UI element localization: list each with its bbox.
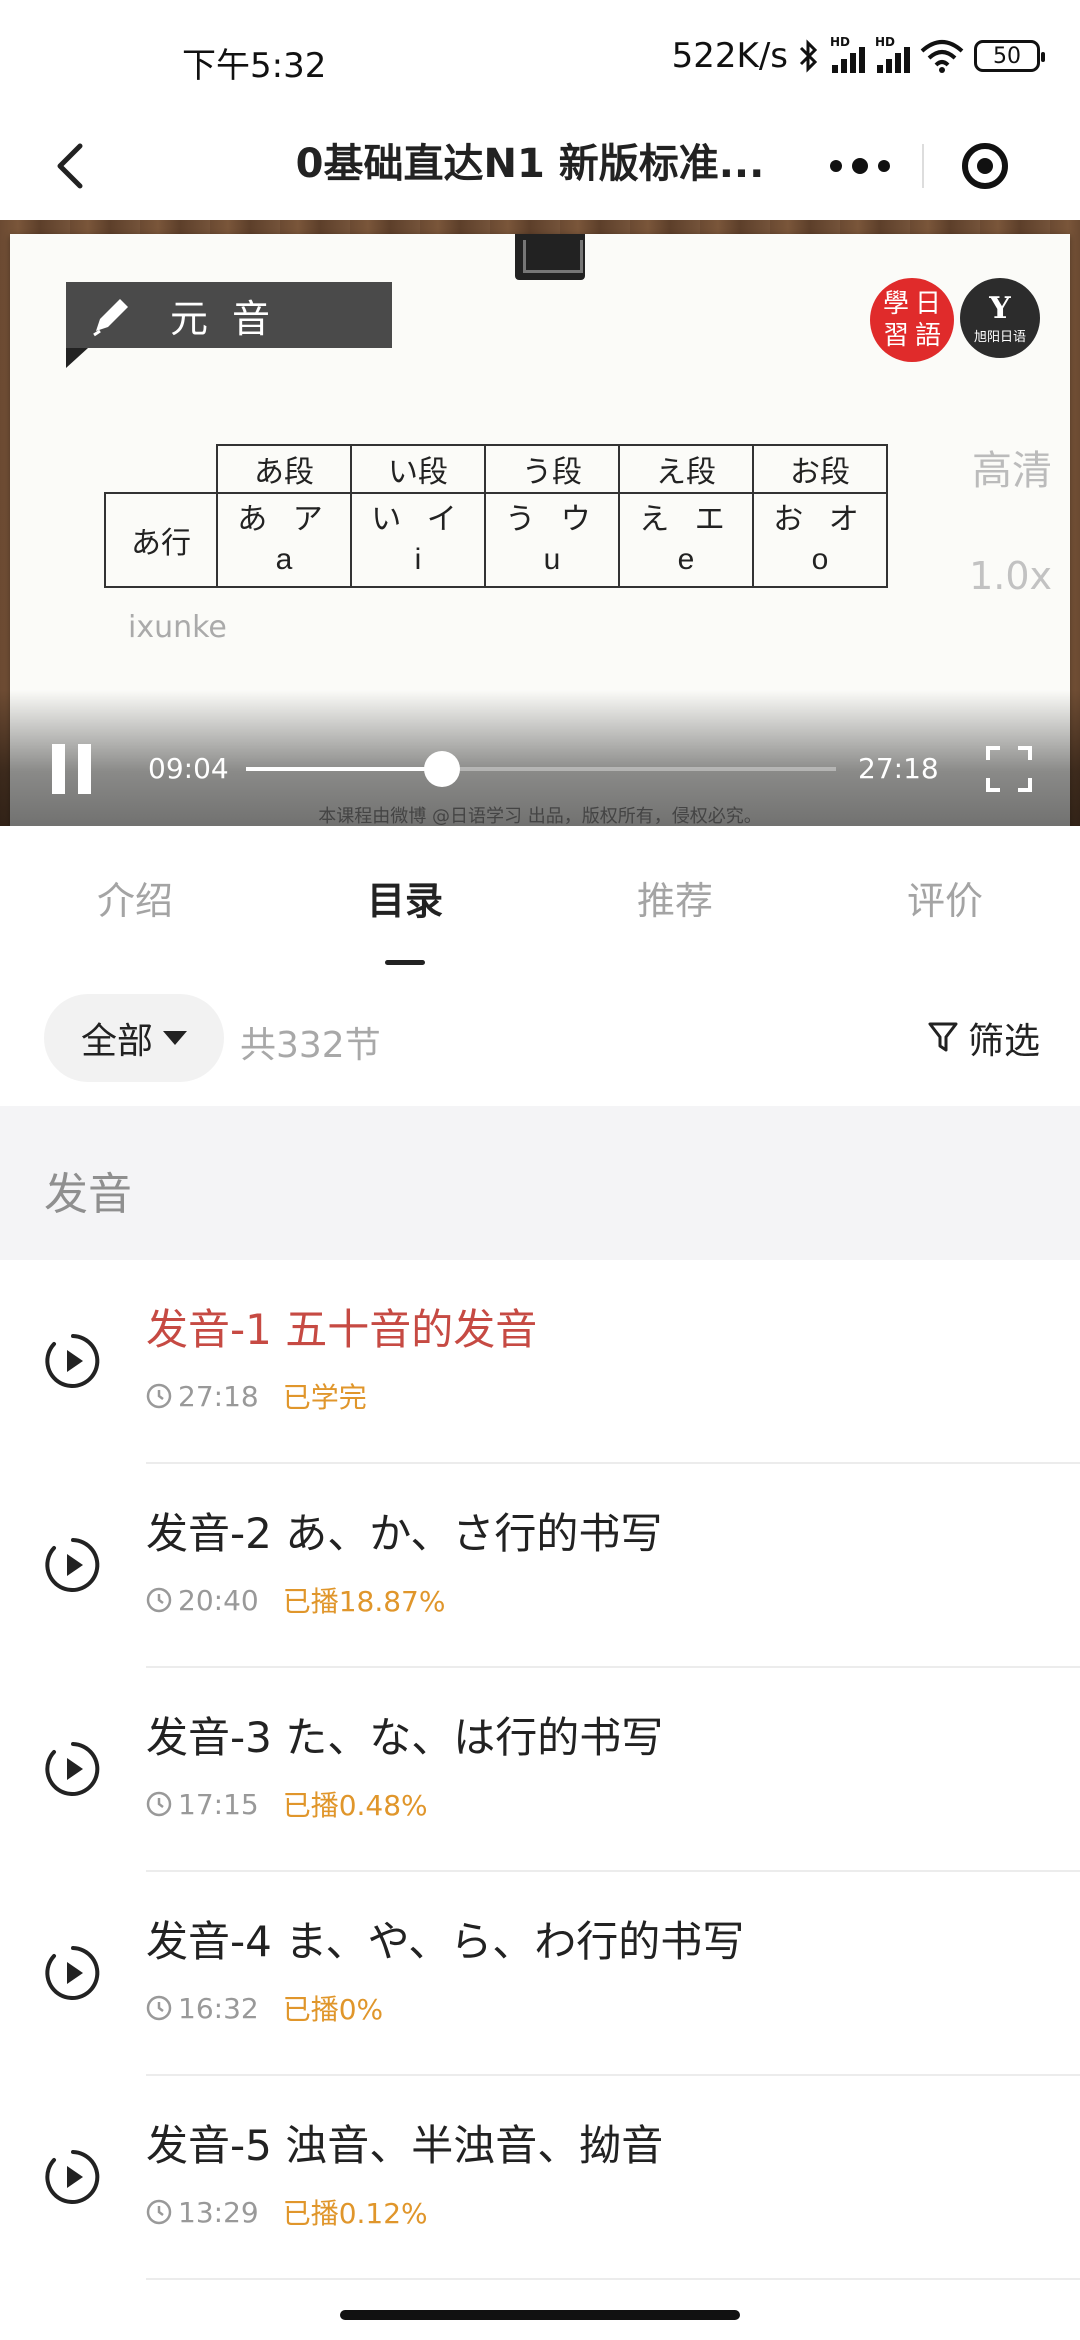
quality-button[interactable]: 高清	[972, 438, 1052, 496]
home-indicator[interactable]	[340, 2310, 740, 2320]
mini-program-capsule	[798, 126, 1046, 206]
lesson-count: 共332节	[240, 1025, 381, 1066]
progress-fill	[246, 767, 442, 771]
target-icon	[962, 143, 1008, 189]
player-controls: 09:04 27:18 本课程由微博 @日语学习 出品，版权所有，侵权必究。	[0, 690, 1080, 826]
play-circle-icon	[45, 2150, 100, 2204]
lesson-meta: 17:15 已播0.48%	[146, 1784, 428, 1824]
play-circle-icon	[45, 1538, 100, 1592]
funnel-icon	[928, 1022, 958, 1052]
status-bar: 下午5:32 522K/s HD HD 50	[0, 0, 1080, 112]
clock-icon	[146, 1791, 172, 1817]
kana-cell: え エe	[618, 492, 754, 588]
copyright-text: 本课程由微博 @日语学习 出品，版权所有，侵权必究。	[318, 806, 762, 826]
lesson-duration: 27:18	[178, 1379, 259, 1413]
tab-reviews[interactable]: 评价	[810, 826, 1080, 976]
all-dropdown-label: 全部	[80, 1021, 153, 1062]
pencil-icon	[66, 282, 158, 348]
more-options-button[interactable]	[798, 126, 922, 206]
clock-icon	[146, 1587, 172, 1613]
lesson-progress: 已播0.48%	[282, 1789, 428, 1822]
kana-cell: あ アa	[216, 492, 352, 588]
lesson-progress: 已学完	[282, 1381, 367, 1414]
back-arrow-icon[interactable]	[40, 134, 104, 198]
tab-bar: 介绍 目录 推荐 评价	[0, 826, 1080, 976]
page-title: 0基础直达N1 新版标准...	[295, 141, 765, 187]
lesson-meta: 20:40 已播18.87%	[146, 1580, 445, 1620]
clock-icon	[146, 1383, 172, 1409]
section-header: 发音	[0, 1106, 1080, 1260]
play-circle-icon	[45, 1946, 100, 2000]
battery-icon: 50	[974, 40, 1045, 72]
kana-column-header: あ段	[216, 444, 352, 494]
signal-strength-icon-2: HD	[875, 35, 910, 73]
lesson-item[interactable]: 发音-5 浊音、半浊音、拗音 13:29 已播0.12%	[0, 2076, 1080, 2280]
lesson-item[interactable]: 发音-2 あ、か、さ行的书写 20:40 已播18.87%	[0, 1464, 1080, 1668]
lesson-progress: 已播0%	[282, 1993, 384, 2026]
binder-clip	[515, 234, 585, 280]
lesson-item[interactable]: 发音-4 ま、や、ら、わ行的书写 16:32 已播0%	[0, 1872, 1080, 2076]
current-time: 09:04	[148, 752, 229, 785]
bluetooth-icon	[799, 39, 818, 73]
play-circle-icon	[45, 1334, 100, 1388]
kana-cell: う ウu	[484, 492, 620, 588]
divider	[146, 2278, 1080, 2280]
navigation-bar: 0基础直达N1 新版标准...	[0, 112, 1080, 220]
caret-down-icon	[163, 1031, 187, 1045]
play-circle-icon	[45, 1742, 100, 1796]
tab-intro[interactable]: 介绍	[0, 826, 270, 976]
signal-strength-icon: HD	[830, 35, 865, 73]
wifi-icon	[920, 40, 964, 73]
filter-button[interactable]: 筛选	[928, 1012, 1040, 1064]
banner-text: 元音	[170, 296, 295, 341]
lesson-title: 发音-4 ま、や、ら、わ行的书写	[146, 1917, 745, 1966]
watermark: ixunke	[128, 610, 227, 645]
kana-cell: い イi	[350, 492, 486, 588]
kana-column-header: う段	[484, 444, 620, 494]
filter-row: 全部 共332节 筛选	[0, 976, 1080, 1106]
lesson-title: 发音-2 あ、か、さ行的书写	[146, 1509, 663, 1558]
lesson-meta: 16:32 已播0%	[146, 1988, 383, 2028]
lesson-progress: 已播0.12%	[282, 2197, 428, 2230]
lesson-duration: 20:40	[178, 1583, 259, 1617]
progress-slider[interactable]	[246, 751, 836, 787]
tab-recommend[interactable]: 推荐	[540, 826, 810, 976]
lesson-item[interactable]: 发音-3 た、な、は行的书写 17:15 已播0.48%	[0, 1668, 1080, 1872]
tab-catalog[interactable]: 目录	[270, 826, 540, 976]
clock-icon	[146, 1995, 172, 2021]
video-player[interactable]: 元音 學 日 習 語 Y 旭阳日语 あ段 い段 う段 え段 お段 あ行 あ アa	[0, 220, 1080, 826]
fullscreen-icon[interactable]	[984, 744, 1034, 794]
lesson-duration: 16:32	[178, 1991, 259, 2025]
lesson-meta: 13:29 已播0.12%	[146, 2192, 428, 2232]
filter-label: 筛选	[967, 1021, 1040, 1062]
brand-logo-red: 學 日 習 語	[870, 278, 954, 362]
section-title: 发音	[44, 1169, 132, 1220]
status-icons: 522K/s HD HD 50	[671, 35, 1045, 76]
status-time: 下午5:32	[182, 46, 327, 86]
lesson-title: 发音-5 浊音、半浊音、拗音	[146, 2121, 664, 2170]
pause-button[interactable]	[50, 744, 94, 794]
lesson-meta: 27:18 已学完	[146, 1376, 367, 1416]
brand-logo-dark: Y 旭阳日语	[960, 278, 1040, 358]
playback-speed-button[interactable]: 1.0x	[969, 554, 1052, 598]
lesson-duration: 17:15	[178, 1787, 259, 1821]
progress-thumb[interactable]	[423, 751, 460, 787]
lesson-progress: 已播18.87%	[282, 1585, 446, 1618]
lesson-title: 发音-1 五十音的发音	[146, 1305, 538, 1354]
total-time: 27:18	[858, 752, 939, 785]
close-mini-program-button[interactable]	[924, 126, 1046, 206]
kana-column-header: お段	[752, 444, 888, 494]
network-speed: 522K/s	[671, 36, 788, 76]
lesson-item[interactable]: 发音-1 五十音的发音 27:18 已学完	[0, 1260, 1080, 1464]
all-dropdown-button[interactable]: 全部	[44, 994, 224, 1082]
kana-cell: お オo	[752, 492, 888, 588]
lesson-title: 发音-3 た、な、は行的书写	[146, 1713, 664, 1762]
kana-column-header: え段	[618, 444, 754, 494]
lesson-duration: 13:29	[178, 2195, 259, 2229]
kana-row-label: あ行	[104, 492, 218, 588]
lesson-banner: 元音	[66, 282, 392, 348]
kana-column-header: い段	[350, 444, 486, 494]
kana-table: あ段 い段 う段 え段 お段 あ行 あ アa い イi う ウu え エe お …	[104, 444, 888, 588]
clock-icon	[146, 2199, 172, 2225]
